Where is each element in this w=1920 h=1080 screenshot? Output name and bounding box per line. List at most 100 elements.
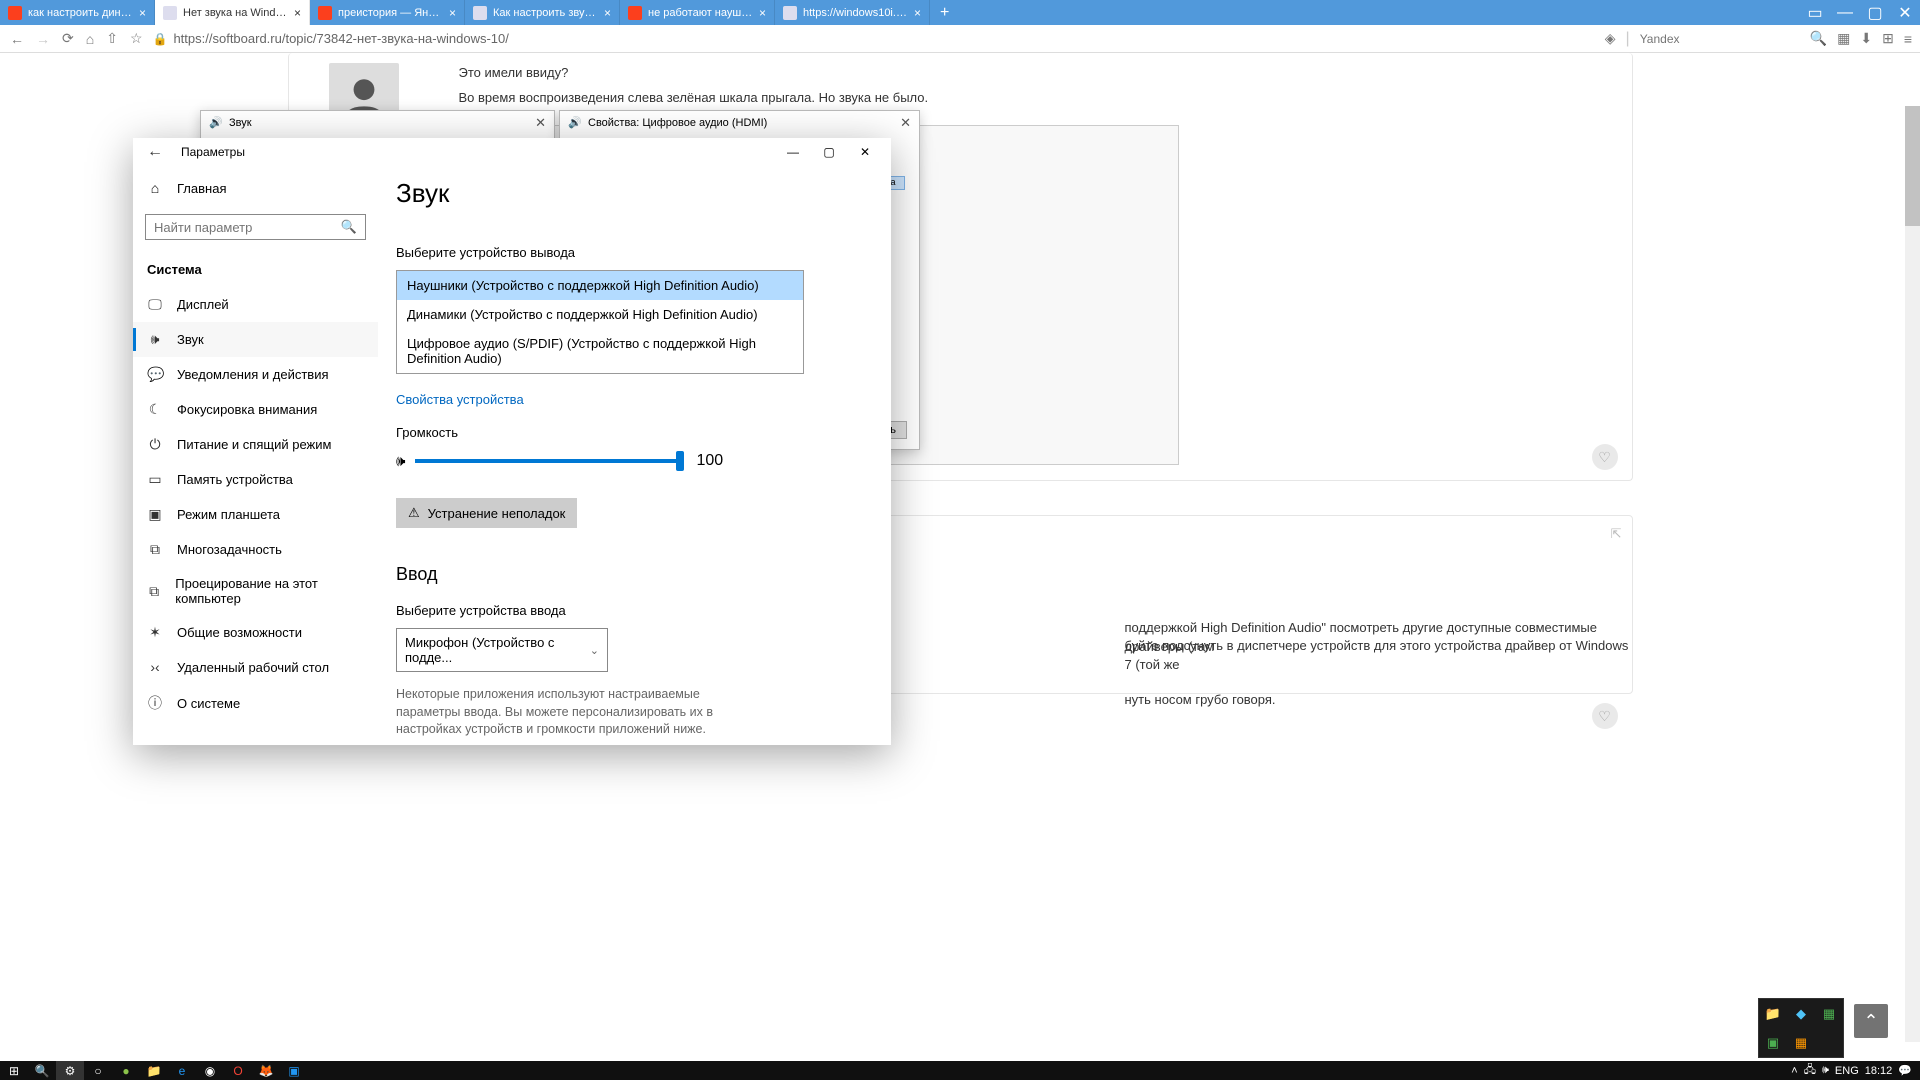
taskbar-app-icon[interactable]: ▣ bbox=[280, 1061, 308, 1080]
browser-tab[interactable]: https://windows10i.ru/wj× bbox=[775, 0, 930, 25]
dialog-title: Свойства: Цифровое аудио (HDMI) bbox=[588, 117, 767, 129]
close-icon[interactable]: × bbox=[604, 6, 611, 20]
taskbar-app-icon[interactable]: ● bbox=[112, 1061, 140, 1080]
back-icon[interactable]: ← bbox=[8, 31, 26, 47]
tray-icon[interactable] bbox=[1815, 1028, 1843, 1057]
opera-icon[interactable]: O bbox=[224, 1061, 252, 1080]
search-icon[interactable]: 🔍 bbox=[1810, 30, 1827, 47]
volume-icon[interactable]: 🕪 bbox=[1822, 1064, 1829, 1077]
window-title: Параметры bbox=[181, 145, 245, 159]
nav-focus[interactable]: ☾Фокусировка внимания bbox=[133, 392, 378, 427]
nav-power[interactable]: ⏻Питание и спящий режим bbox=[133, 427, 378, 462]
scrollbar-track[interactable] bbox=[1905, 106, 1920, 1042]
file-explorer-icon[interactable]: 📁 bbox=[140, 1061, 168, 1080]
tray-icon[interactable]: ▦ bbox=[1787, 1028, 1815, 1057]
nav-multitask[interactable]: ⧉Многозадачность bbox=[133, 532, 378, 567]
nav-remote[interactable]: ›‹Удаленный рабочий стол bbox=[133, 650, 378, 684]
minimize-icon[interactable]: — bbox=[775, 138, 811, 166]
chrome-icon[interactable]: ◉ bbox=[196, 1061, 224, 1080]
settings-search[interactable]: 🔍 bbox=[145, 214, 366, 240]
cortana-icon[interactable]: ○ bbox=[84, 1061, 112, 1080]
close-icon[interactable]: × bbox=[449, 6, 456, 20]
browser-tab[interactable]: преистория — Яндекс× bbox=[310, 0, 465, 25]
device-option[interactable]: Динамики (Устройство с поддержкой High D… bbox=[397, 300, 803, 329]
home-icon[interactable]: ⌂ bbox=[84, 31, 96, 47]
refresh-icon[interactable]: ⟳ bbox=[60, 30, 76, 47]
search-input[interactable] bbox=[1640, 32, 1800, 46]
nav-shared[interactable]: ✶Общие возможности bbox=[133, 615, 378, 650]
extension-icon[interactable]: ▦ bbox=[1837, 30, 1850, 47]
settings-titlebar: ← Параметры — ▢ ✕ bbox=[133, 138, 891, 166]
maximize-icon[interactable]: ▢ bbox=[811, 138, 847, 166]
clock[interactable]: 18:12 bbox=[1865, 1065, 1893, 1077]
tray-icon[interactable]: 📁 bbox=[1759, 999, 1787, 1028]
settings-taskbar-icon[interactable]: ⚙ bbox=[56, 1061, 84, 1080]
speaker-icon[interactable]: 🕪 bbox=[396, 453, 405, 470]
output-device-dropdown[interactable]: Наушники (Устройство с поддержкой High D… bbox=[396, 270, 804, 374]
scroll-to-top-button[interactable]: ⌃ bbox=[1854, 1004, 1888, 1038]
start-button[interactable]: ⊞ bbox=[0, 1061, 28, 1080]
upload-icon[interactable]: ⇧ bbox=[104, 30, 120, 47]
tray-icon[interactable]: ▦ bbox=[1815, 999, 1843, 1028]
tab-label: Как настроить звук на bbox=[493, 7, 598, 19]
close-icon[interactable]: × bbox=[139, 6, 146, 20]
tray-icon[interactable]: ▣ bbox=[1759, 1028, 1787, 1057]
edge-icon[interactable]: e bbox=[168, 1061, 196, 1080]
nav-sound[interactable]: 🕪Звук bbox=[133, 322, 378, 357]
troubleshoot-button[interactable]: ⚠Устранение неполадок bbox=[396, 498, 577, 528]
menu-icon[interactable]: ≡ bbox=[1904, 31, 1912, 47]
close-icon[interactable]: × bbox=[294, 6, 301, 20]
input-description: Некоторые приложения используют настраив… bbox=[396, 686, 736, 739]
star-icon[interactable]: ☆ bbox=[128, 30, 145, 47]
volume-slider[interactable] bbox=[415, 459, 680, 463]
device-properties-link[interactable]: Свойства устройства bbox=[396, 392, 524, 407]
close-icon[interactable]: × bbox=[914, 6, 921, 20]
nav-display[interactable]: 🖵Дисплей bbox=[133, 287, 378, 322]
nav-about[interactable]: ⓘО системе bbox=[133, 684, 378, 722]
close-icon[interactable]: ✕ bbox=[847, 138, 883, 166]
nav-project[interactable]: ⧉Проецирование на этот компьютер bbox=[133, 567, 378, 615]
slider-thumb[interactable] bbox=[676, 451, 684, 471]
tray-icon[interactable]: ◆ bbox=[1787, 999, 1815, 1028]
url-field[interactable]: 🔒 https://softboard.ru/topic/73842-нет-з… bbox=[153, 31, 509, 46]
back-icon[interactable]: ← bbox=[141, 143, 169, 161]
device-option[interactable]: Цифровое аудио (S/PDIF) (Устройство с по… bbox=[397, 329, 803, 373]
home-nav[interactable]: ⌂Главная bbox=[133, 170, 378, 206]
input-device-select[interactable]: Микрофон (Устройство с подде... ⌄ bbox=[396, 628, 608, 672]
tray-overflow[interactable]: 📁 ◆ ▦ ▣ ▦ bbox=[1758, 998, 1844, 1058]
search-input[interactable] bbox=[154, 220, 341, 235]
firefox-icon[interactable]: 🦊 bbox=[252, 1061, 280, 1080]
scrollbar-thumb[interactable] bbox=[1905, 106, 1920, 226]
volume-label: Громкость bbox=[396, 425, 863, 440]
network-icon[interactable]: 🖧 bbox=[1804, 1061, 1816, 1080]
apps-icon[interactable]: ⊞ bbox=[1882, 30, 1894, 47]
new-tab-button[interactable]: + bbox=[930, 4, 959, 22]
device-option[interactable]: Наушники (Устройство с поддержкой High D… bbox=[397, 271, 803, 300]
close-icon[interactable]: ✕ bbox=[1890, 0, 1920, 25]
nav-storage[interactable]: ▭Память устройства bbox=[133, 462, 378, 497]
notification-center-icon[interactable]: 💬 bbox=[1898, 1064, 1912, 1077]
nav-label: Фокусировка внимания bbox=[177, 402, 317, 417]
language-indicator[interactable]: ENG bbox=[1835, 1065, 1859, 1077]
close-icon[interactable]: ✕ bbox=[535, 115, 546, 131]
minimize-icon[interactable]: — bbox=[1830, 0, 1860, 25]
share-button[interactable]: ⇱ bbox=[1611, 526, 1622, 542]
shield-icon[interactable]: ◈ bbox=[1605, 30, 1616, 47]
input-heading: Ввод bbox=[396, 564, 863, 585]
like-button[interactable]: ♡ bbox=[1592, 444, 1618, 470]
browser-tab[interactable]: не работают наушники× bbox=[620, 0, 775, 25]
close-icon[interactable]: × bbox=[759, 6, 766, 20]
remote-icon: ›‹ bbox=[147, 659, 163, 675]
download-icon[interactable]: ⬇ bbox=[1860, 30, 1872, 47]
browser-tab[interactable]: Как настроить звук на × bbox=[465, 0, 620, 25]
nav-notifications[interactable]: 💬Уведомления и действия bbox=[133, 357, 378, 392]
tray-chevron-icon[interactable]: ˄ bbox=[1791, 1065, 1797, 1077]
search-button[interactable]: 🔍 bbox=[28, 1061, 56, 1080]
share-icon: ✶ bbox=[147, 624, 163, 641]
browser-tab-active[interactable]: Нет звука на Windows× bbox=[155, 0, 310, 25]
close-icon[interactable]: ✕ bbox=[900, 115, 911, 131]
browser-tab[interactable]: как настроить динами× bbox=[0, 0, 155, 25]
nav-tablet[interactable]: ▣Режим планшета bbox=[133, 497, 378, 532]
maximize-icon[interactable]: ▢ bbox=[1860, 0, 1890, 25]
tabs-overview-icon[interactable]: ▭ bbox=[1800, 0, 1830, 25]
